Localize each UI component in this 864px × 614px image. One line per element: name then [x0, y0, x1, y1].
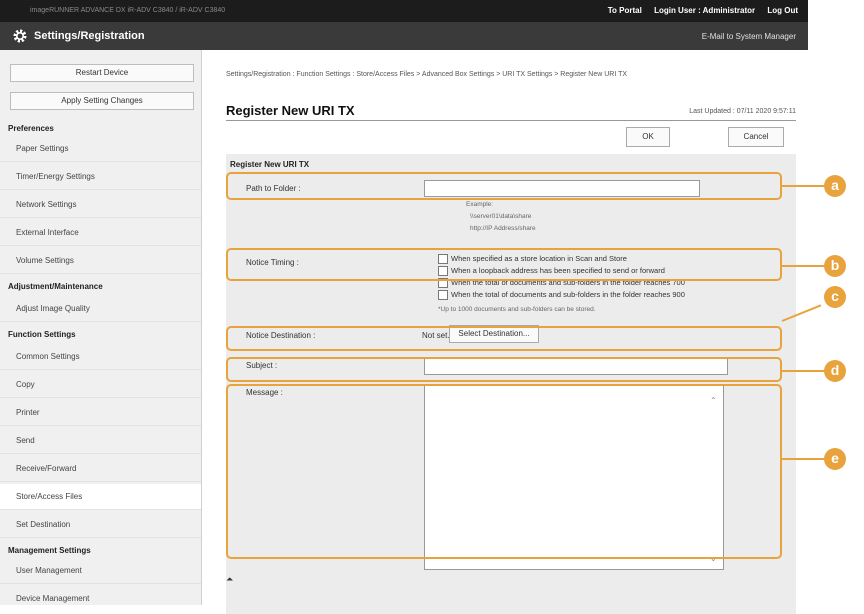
- sidebar-item-receive-forward[interactable]: Receive/Forward: [0, 456, 201, 482]
- app-title: Settings/Registration: [34, 30, 145, 42]
- sidebar-section-management: Management Settings: [8, 546, 91, 555]
- panel-header: Register New URI TX: [230, 160, 310, 169]
- gear-icon: [13, 29, 27, 43]
- subject-label: Subject :: [246, 361, 278, 370]
- logout-link[interactable]: Log Out: [767, 6, 798, 15]
- email-system-manager-link[interactable]: E-Mail to System Manager: [702, 32, 796, 41]
- ok-button[interactable]: OK: [626, 127, 670, 147]
- callout-badge-d: d: [824, 360, 846, 382]
- path-to-folder-label: Path to Folder :: [246, 184, 301, 193]
- sidebar-item-set-destination[interactable]: Set Destination: [0, 512, 201, 538]
- timing-option-700[interactable]: When the total of documents and sub-fold…: [438, 277, 685, 289]
- callout-line-b: [782, 265, 824, 267]
- subject-input[interactable]: [424, 358, 728, 375]
- title-divider: [226, 120, 796, 121]
- checkbox[interactable]: [438, 266, 448, 277]
- apply-setting-changes-button[interactable]: Apply Setting Changes: [10, 92, 194, 110]
- notice-destination-label: Notice Destination :: [246, 331, 316, 340]
- timing-option-loopback[interactable]: When a loopback address has been specifi…: [438, 265, 665, 277]
- last-updated: Last Updated : 07/11 2020 9:57:11: [689, 108, 796, 115]
- not-set-text: Not set.: [422, 331, 450, 340]
- main-content: Settings/Registration : Function Setting…: [214, 50, 808, 614]
- sidebar-item-volume[interactable]: Volume Settings: [0, 248, 201, 274]
- sidebar-item-user-management[interactable]: User Management: [0, 558, 201, 584]
- notice-timing-label: Notice Timing :: [246, 258, 299, 267]
- example-label: Example:: [466, 201, 494, 208]
- breadcrumb: Settings/Registration : Function Setting…: [226, 71, 628, 78]
- scroll-up-icon[interactable]: ⌃: [710, 396, 790, 405]
- message-textarea[interactable]: [424, 384, 724, 570]
- device-name: imageRUNNER ADVANCE DX iR-ADV C3840 / iR…: [30, 7, 226, 14]
- restart-device-button[interactable]: Restart Device: [10, 64, 194, 82]
- sidebar-item-adjust-image-quality[interactable]: Adjust Image Quality: [0, 296, 201, 322]
- sidebar-item-common-settings[interactable]: Common Settings: [0, 344, 201, 370]
- callout-badge-c: c: [824, 286, 846, 308]
- sidebar-item-device-management[interactable]: Device Management: [0, 586, 201, 605]
- title-bar: Settings/Registration E-Mail to System M…: [0, 22, 808, 50]
- example-path-2: http://IP Address/share: [470, 225, 536, 232]
- callout-badge-a: a: [824, 175, 846, 197]
- sidebar-section-function: Function Settings: [8, 330, 76, 339]
- login-user-text: Login User : Administrator: [654, 6, 756, 15]
- sidebar: Restart Device Apply Setting Changes Pre…: [0, 50, 202, 605]
- sidebar-item-send[interactable]: Send: [0, 428, 201, 454]
- register-uri-panel: Register New URI TX Path to Folder : Exa…: [226, 154, 796, 614]
- message-label: Message :: [246, 388, 283, 397]
- sidebar-item-copy[interactable]: Copy: [0, 372, 201, 398]
- callout-badge-b: b: [824, 255, 846, 277]
- sidebar-item-network[interactable]: Network Settings: [0, 192, 201, 218]
- timing-option-900[interactable]: When the total of documents and sub-fold…: [438, 289, 685, 301]
- timing-note: *Up to 1000 documents and sub-folders ca…: [438, 306, 596, 313]
- callout-badge-e: e: [824, 448, 846, 470]
- cancel-button[interactable]: Cancel: [728, 127, 784, 147]
- top-bar: imageRUNNER ADVANCE DX iR-ADV C3840 / iR…: [0, 0, 808, 22]
- checkbox[interactable]: [438, 278, 448, 289]
- checkbox[interactable]: [438, 290, 448, 301]
- page-title: Register New URI TX: [226, 103, 355, 118]
- scroll-top-icon[interactable]: ⏶: [226, 574, 233, 585]
- timing-option-store[interactable]: When specified as a store location in Sc…: [438, 253, 627, 265]
- sidebar-item-timer-energy[interactable]: Timer/Energy Settings: [0, 164, 201, 190]
- sidebar-item-store-access-files[interactable]: Store/Access Files: [0, 484, 201, 510]
- checkbox[interactable]: [438, 254, 448, 265]
- sidebar-section-preferences: Preferences: [8, 124, 54, 133]
- example-path-1: \\server01\data\share: [470, 213, 532, 220]
- select-destination-button[interactable]: Select Destination...: [449, 325, 539, 343]
- to-portal-link[interactable]: To Portal: [608, 6, 642, 15]
- sidebar-item-printer[interactable]: Printer: [0, 400, 201, 426]
- callout-line-a: [782, 185, 824, 187]
- sidebar-section-adjustment: Adjustment/Maintenance: [8, 282, 103, 291]
- sidebar-item-paper-settings[interactable]: Paper Settings: [0, 136, 201, 162]
- sidebar-item-external-interface[interactable]: External Interface: [0, 220, 201, 246]
- path-to-folder-input[interactable]: [424, 180, 700, 197]
- top-links: To Portal Login User : Administrator Log…: [598, 6, 798, 15]
- callout-line-e: [782, 458, 824, 460]
- scroll-down-icon[interactable]: ⌄: [710, 554, 790, 563]
- callout-line-d: [782, 370, 824, 372]
